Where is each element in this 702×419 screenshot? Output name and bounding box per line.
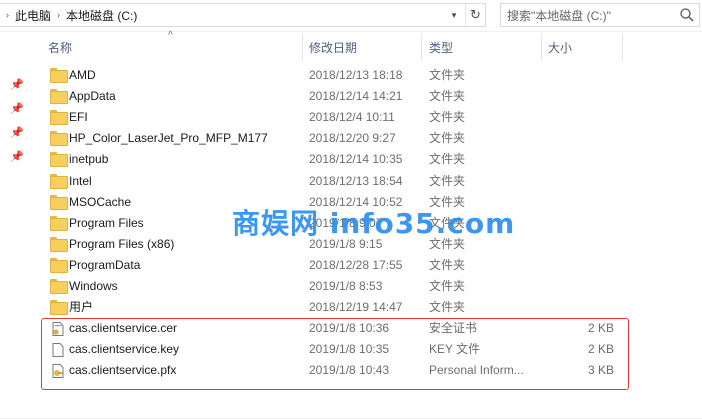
file-date: 2018/12/14 10:35 — [309, 152, 403, 166]
file-date: 2018/12/13 18:18 — [309, 68, 403, 82]
column-divider[interactable] — [622, 34, 623, 60]
column-type-label: 类型 — [429, 40, 454, 55]
file-row[interactable]: Windows 2019/1/8 8:53 文件夹 — [44, 276, 624, 297]
search-icon[interactable] — [679, 7, 695, 23]
folder-icon — [50, 152, 68, 167]
file-type: 文件夹 — [429, 68, 466, 82]
column-date-label: 修改日期 — [309, 40, 358, 55]
file-date: 2019/1/8 8:53 — [309, 279, 383, 293]
column-header-date[interactable]: 修改日期 — [309, 34, 419, 60]
file-row[interactable]: inetpub 2018/12/14 10:35 文件夹 — [44, 149, 624, 170]
breadcrumb-this-pc[interactable]: 此电脑 — [15, 7, 51, 24]
file-type: 文件夹 — [429, 110, 466, 124]
file-row[interactable]: AMD 2018/12/13 18:18 文件夹 — [44, 65, 624, 86]
address-dropdown-icon[interactable]: ▾ — [445, 4, 463, 26]
file-type: 文件夹 — [429, 174, 466, 188]
folder-icon — [50, 279, 68, 294]
watermark-text: 商娱网 info35.com — [232, 207, 516, 240]
pin-icon[interactable]: 📌 — [10, 102, 24, 116]
file-date: 2018/12/13 18:54 — [309, 174, 403, 188]
folder-icon — [50, 174, 68, 189]
folder-icon — [50, 110, 68, 125]
file-date: 2018/12/14 14:21 — [309, 89, 403, 103]
pin-icon[interactable]: 📌 — [10, 78, 24, 92]
file-name: Intel — [69, 174, 92, 188]
folder-icon — [50, 216, 68, 231]
address-row: › 此电脑 › 本地磁盘 (C:) ▾ ↻ 搜索"本地磁盘 (C:)" — [0, 0, 702, 32]
file-name: ProgramData — [69, 258, 141, 272]
file-name: HP_Color_LaserJet_Pro_MFP_M177 — [69, 131, 268, 145]
column-divider[interactable] — [541, 34, 542, 60]
folder-icon — [50, 89, 68, 104]
file-row[interactable]: 用户 2018/12/19 14:47 文件夹 — [44, 297, 624, 318]
file-type: 文件夹 — [429, 89, 466, 103]
breadcrumb-chevron-icon[interactable]: › — [57, 10, 60, 20]
file-row[interactable]: ProgramData 2018/12/28 17:55 文件夹 — [44, 255, 624, 276]
file-row[interactable]: Intel 2018/12/13 18:54 文件夹 — [44, 171, 624, 192]
file-type: 文件夹 — [429, 300, 466, 314]
file-row[interactable]: HP_Color_LaserJet_Pro_MFP_M177 2018/12/20… — [44, 128, 624, 149]
breadcrumb-local-disk[interactable]: 本地磁盘 (C:) — [66, 7, 137, 24]
file-type: 文件夹 — [429, 258, 466, 272]
file-name: Program Files (x86) — [69, 237, 175, 251]
address-bar[interactable]: › 此电脑 › 本地磁盘 (C:) ▾ ↻ — [0, 3, 486, 27]
file-type: 文件夹 — [429, 131, 466, 145]
file-name: AMD — [69, 68, 96, 82]
file-name: MSOCache — [69, 195, 132, 209]
folder-icon — [50, 68, 68, 83]
file-row[interactable]: AppData 2018/12/14 14:21 文件夹 — [44, 86, 624, 107]
column-divider[interactable] — [302, 34, 303, 60]
folder-icon — [50, 237, 68, 252]
pin-icon[interactable]: 📌 — [10, 126, 24, 140]
column-header-name[interactable]: 名称 — [48, 34, 298, 60]
file-row[interactable]: EFI 2018/12/4 10:11 文件夹 — [44, 107, 624, 128]
column-name-label: 名称 — [48, 40, 73, 55]
file-name: inetpub — [69, 152, 109, 166]
file-name: 用户 — [69, 300, 94, 314]
file-date: 2018/12/28 17:55 — [309, 258, 403, 272]
breadcrumb-chevron-icon[interactable]: › — [6, 10, 9, 20]
file-date: 2018/12/4 10:11 — [309, 110, 395, 124]
folder-icon — [50, 300, 68, 315]
file-name: Program Files — [69, 216, 144, 230]
folder-icon — [50, 258, 68, 273]
file-type: 文件夹 — [429, 152, 466, 166]
file-name: Windows — [69, 279, 118, 293]
folder-icon — [50, 131, 68, 146]
refresh-icon[interactable]: ↻ — [465, 4, 485, 26]
highlight-box — [41, 318, 629, 390]
column-divider[interactable] — [421, 34, 422, 60]
file-date: 2018/12/19 14:47 — [309, 300, 403, 314]
file-name: EFI — [69, 110, 88, 124]
column-header-size[interactable]: 大小 — [548, 34, 622, 60]
pin-icon[interactable]: 📌 — [10, 150, 24, 164]
file-type: 文件夹 — [429, 279, 466, 293]
search-input[interactable]: 搜索"本地磁盘 (C:)" — [500, 3, 700, 27]
column-header-type[interactable]: 类型 — [429, 34, 539, 60]
file-date: 2018/12/20 9:27 — [309, 131, 396, 145]
pin-column: 📌 📌 📌 📌 — [10, 78, 26, 174]
search-placeholder: 搜索"本地磁盘 (C:)" — [507, 8, 611, 23]
folder-icon — [50, 195, 68, 210]
column-size-label: 大小 — [548, 40, 573, 55]
file-name: AppData — [69, 89, 116, 103]
